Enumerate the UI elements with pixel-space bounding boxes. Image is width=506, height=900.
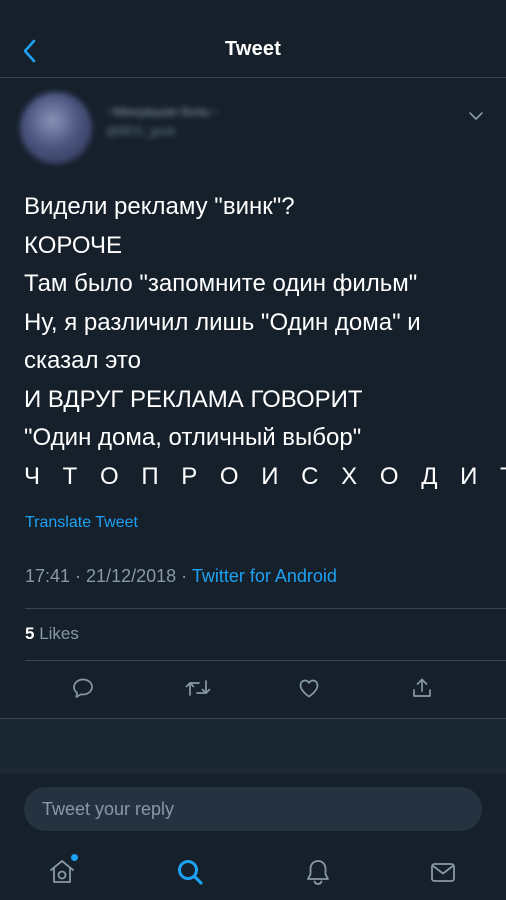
- translate-tweet-link[interactable]: Translate Tweet: [25, 514, 138, 532]
- tab-home[interactable]: [44, 854, 80, 890]
- avatar[interactable]: [20, 92, 92, 164]
- section-separator: [0, 718, 506, 774]
- top-nav-bar: Tweet: [0, 0, 506, 78]
- reply-bar: [24, 787, 482, 831]
- tweet-actions: [0, 670, 506, 706]
- retweet-button[interactable]: [180, 670, 216, 706]
- tweet-meta: 17:41 · 21/12/2018 · Twitter for Android: [25, 566, 337, 587]
- notification-dot: [71, 854, 78, 861]
- tab-notifications[interactable]: [300, 854, 336, 890]
- search-icon: [178, 860, 203, 885]
- share-button[interactable]: [404, 670, 440, 706]
- tweet-text-line: Ч Т О П Р О И С Х О Д И Т: [24, 462, 506, 490]
- tweet-menu-button[interactable]: [466, 108, 486, 124]
- chevron-down-icon: [469, 112, 483, 120]
- like-button[interactable]: [291, 670, 327, 706]
- page-title: Tweet: [224, 38, 282, 60]
- tweet-text: Видели рекламу "винк"? КОРОЧЕ Там было "…: [24, 188, 506, 496]
- divider: [25, 660, 506, 661]
- divider: [25, 608, 506, 609]
- reply-input[interactable]: [40, 797, 464, 821]
- like-icon: [299, 679, 319, 698]
- tweet-source-link[interactable]: Twitter for Android: [192, 566, 337, 586]
- likes-count[interactable]: 5 Likes: [25, 624, 79, 644]
- retweet-icon: [185, 680, 211, 696]
- tab-search[interactable]: [172, 854, 208, 890]
- tweet-text-line: КОРОЧЕ: [24, 231, 123, 259]
- notifications-icon: [307, 860, 329, 885]
- likes-label: Likes: [34, 624, 79, 643]
- tweet-text-line: "Один дома, отличный выбор": [24, 424, 362, 451]
- bottom-tab-bar: [0, 846, 506, 900]
- tweet-text-line: сказал это: [24, 347, 141, 374]
- home-icon: [50, 860, 74, 883]
- tab-messages[interactable]: [425, 854, 461, 890]
- user-handle[interactable]: @BEG_gavk: [106, 124, 176, 138]
- messages-icon: [431, 863, 455, 882]
- share-icon: [413, 678, 431, 697]
- reply-button[interactable]: [65, 670, 101, 706]
- tweet-text-line: Видели рекламу "винк"?: [24, 193, 295, 220]
- tweet-timestamp: 17:41 · 21/12/2018 ·: [25, 566, 192, 586]
- tweet-text-line: И ВДРУГ РЕКЛАМА ГОВОРИТ: [24, 385, 363, 413]
- user-name[interactable]: ~Минувшая боль~: [106, 104, 217, 119]
- tweet-text-line: Ну, я различил лишь "Один дома" и: [24, 308, 421, 336]
- reply-icon: [73, 678, 93, 698]
- tweet-text-line: Там было "запомните один фильм": [24, 270, 418, 297]
